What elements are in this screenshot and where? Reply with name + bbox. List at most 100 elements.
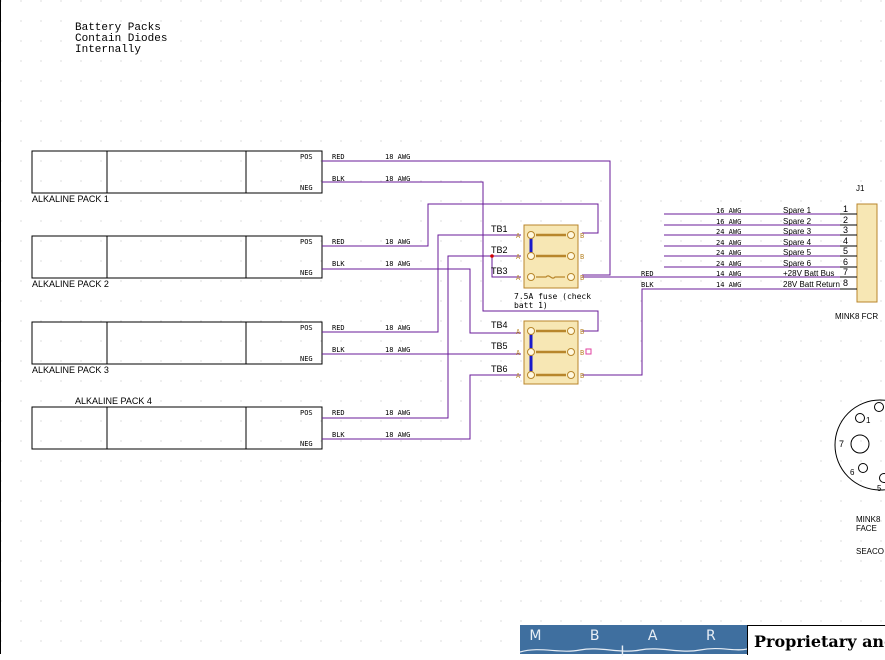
pos-terminal-label: POS bbox=[300, 324, 313, 332]
pos-wire-gauge: 18 AWG bbox=[385, 153, 410, 161]
pin-name: Spare 4 bbox=[783, 238, 812, 247]
pin-b-label: B bbox=[580, 372, 584, 380]
neg-wire-color: BLK bbox=[332, 175, 345, 183]
neg-terminal-label: NEG bbox=[300, 269, 313, 277]
face-label: FACE bbox=[856, 524, 877, 533]
fuse-label: 7.5A fuse (check bbox=[514, 292, 591, 301]
face-pin-number: 7 bbox=[839, 439, 844, 449]
pin-number: 3 bbox=[843, 225, 848, 235]
schematic-canvas: ALKALINE PACK 1 POS NEG RED BLK 18 AWG 18 AWG A… bbox=[0, 0, 885, 654]
pos-terminal-label: POS bbox=[300, 238, 313, 246]
battery-note: Battery Packs Contain Diodes Internally bbox=[75, 23, 167, 56]
pos-wire-gauge: 18 AWG bbox=[385, 324, 410, 332]
terminal-label: TB2 bbox=[491, 245, 508, 255]
title-text: Proprietary and bbox=[754, 632, 885, 651]
vendor-label: SEACO bbox=[856, 547, 884, 556]
screw-icon bbox=[528, 232, 535, 239]
screw-icon bbox=[568, 274, 575, 281]
pin-name: Spare 1 bbox=[783, 206, 812, 215]
pos-wire-color: RED bbox=[332, 238, 345, 246]
pin-b-label: B bbox=[580, 349, 584, 357]
pack-label: ALKALINE PACK 1 bbox=[32, 194, 109, 204]
pin-name: Spare 3 bbox=[783, 227, 812, 236]
pin-number: 1 bbox=[843, 204, 848, 214]
neg-wire-gauge: 18 AWG bbox=[385, 175, 410, 183]
pos-wire-color: RED bbox=[332, 153, 345, 161]
screw-icon bbox=[568, 372, 575, 379]
screw-icon bbox=[568, 253, 575, 260]
pos-wire-gauge: 18 AWG bbox=[385, 238, 410, 246]
face-pin-number: 1 bbox=[866, 416, 871, 425]
pin-name: 28V Batt Return bbox=[783, 280, 840, 289]
neg-terminal-label: NEG bbox=[300, 440, 313, 448]
pin-gauge: 24 AWG bbox=[716, 228, 741, 236]
screw-icon bbox=[528, 328, 535, 335]
neg-wire-gauge: 18 AWG bbox=[385, 346, 410, 354]
pin-gauge: 14 AWG bbox=[716, 270, 741, 278]
face-pin-number: 6 bbox=[850, 468, 855, 477]
pack-label: ALKALINE PACK 2 bbox=[32, 279, 109, 289]
pin-gauge: 14 AWG bbox=[716, 281, 741, 289]
note-line: Internally bbox=[75, 45, 167, 56]
neg-wire-color: BLK bbox=[332, 346, 345, 354]
logo-text: M B A R I bbox=[520, 628, 747, 660]
pin-name: +28V Batt Bus bbox=[783, 269, 834, 278]
pin-number: 4 bbox=[843, 236, 848, 246]
screw-icon bbox=[528, 372, 535, 379]
pin-b-label: B bbox=[580, 253, 584, 261]
title-block: Proprietary and bbox=[747, 625, 885, 655]
screw-icon bbox=[568, 232, 575, 239]
pos-wire-color: RED bbox=[332, 324, 345, 332]
pin-gauge: 24 AWG bbox=[716, 249, 741, 257]
fuse-label: batt 1) bbox=[514, 301, 548, 310]
screw-icon bbox=[528, 349, 535, 356]
terminal-label: TB3 bbox=[491, 266, 508, 276]
pin-number: 8 bbox=[843, 278, 848, 288]
pin-number: 5 bbox=[843, 246, 848, 256]
neg-wire-gauge: 18 AWG bbox=[385, 260, 410, 268]
neg-terminal-label: NEG bbox=[300, 184, 313, 192]
neg-wire-color: BLK bbox=[332, 431, 345, 439]
connector-name: MINK8 FCR bbox=[835, 312, 878, 321]
terminal-block-group-1 bbox=[524, 225, 578, 288]
pin-b-label: B bbox=[580, 232, 584, 240]
pin-gauge: 16 AWG bbox=[716, 207, 741, 215]
pos-terminal-label: POS bbox=[300, 153, 313, 161]
pos-terminal-label: POS bbox=[300, 409, 313, 417]
pin-gauge: 16 AWG bbox=[716, 218, 741, 226]
pin-b-label: B bbox=[580, 274, 584, 282]
pack-label: ALKALINE PACK 4 bbox=[75, 396, 152, 406]
pin-gauge: 24 AWG bbox=[716, 239, 741, 247]
wave-icon bbox=[520, 646, 747, 654]
terminal-label: TB5 bbox=[491, 341, 508, 351]
connector-body bbox=[857, 204, 877, 302]
neg-wire-gauge: 18 AWG bbox=[385, 431, 410, 439]
mbari-logo: M B A R I bbox=[520, 625, 747, 654]
bus-wire-color: BLK bbox=[641, 281, 654, 289]
terminal-label: TB1 bbox=[491, 224, 508, 234]
screw-icon bbox=[528, 253, 535, 260]
pin-name: Spare 5 bbox=[783, 248, 812, 257]
pack-label: ALKALINE PACK 3 bbox=[32, 365, 109, 375]
terminal-label: TB6 bbox=[491, 364, 508, 374]
screw-icon bbox=[568, 349, 575, 356]
face-pin-number: 5 bbox=[877, 484, 882, 493]
pos-wire-gauge: 18 AWG bbox=[385, 409, 410, 417]
pos-wire-color: RED bbox=[332, 409, 345, 417]
pin-name: Spare 2 bbox=[783, 217, 812, 226]
pin-name: Spare 6 bbox=[783, 259, 812, 268]
terminal-block-group-2 bbox=[524, 321, 578, 384]
neg-terminal-label: NEG bbox=[300, 355, 313, 363]
neg-wire-color: BLK bbox=[332, 260, 345, 268]
screw-icon bbox=[568, 328, 575, 335]
bus-wire-color: RED bbox=[641, 270, 654, 278]
pin-number: 6 bbox=[843, 257, 848, 267]
pin-number: 7 bbox=[843, 267, 848, 277]
pin-b-label: B bbox=[580, 328, 584, 336]
pin-number: 2 bbox=[843, 215, 848, 225]
terminal-label: TB4 bbox=[491, 320, 508, 330]
connector-ref: J1 bbox=[856, 184, 865, 193]
pin-gauge: 24 AWG bbox=[716, 260, 741, 268]
face-label: MINK8 bbox=[856, 515, 881, 524]
screw-icon bbox=[528, 274, 535, 281]
